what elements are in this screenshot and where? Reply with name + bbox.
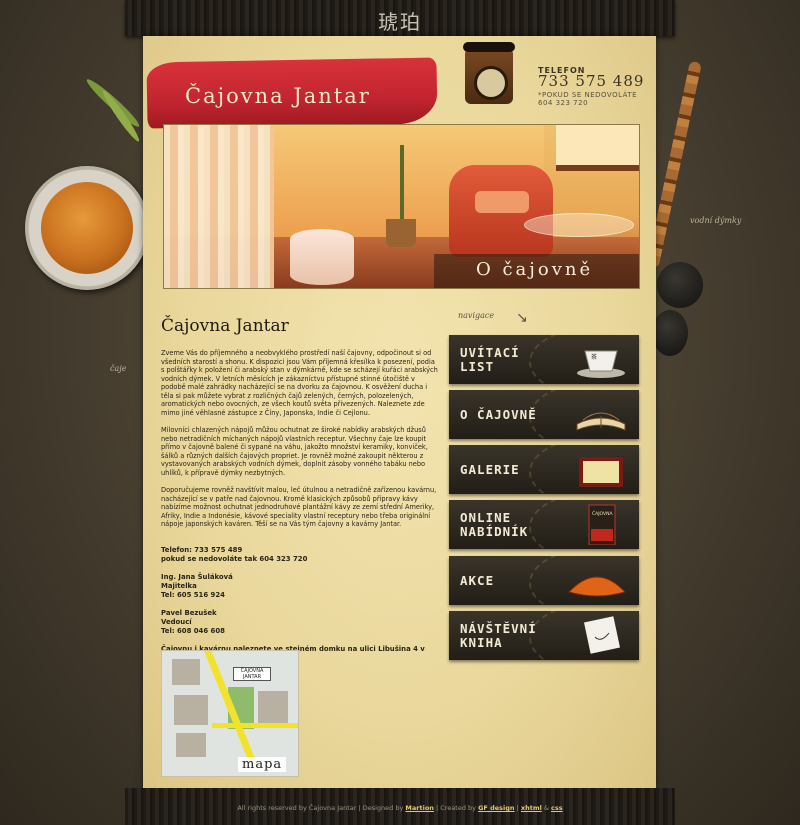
nav-label: O ČAJOVNĚ [460, 406, 537, 422]
hero-image: O čajovně [163, 124, 640, 289]
teacup-icon: 茶 [577, 350, 625, 378]
footer-amp: & [541, 804, 552, 812]
telephone-note: *POKUD SE NEDOVOLÁTE 604 323 720 [538, 91, 638, 107]
hero-caption: O čajovně [476, 259, 594, 280]
hero-plant [400, 145, 404, 229]
css-link[interactable]: css [551, 804, 563, 812]
nav-label: AKCE [460, 572, 495, 588]
owner-phone: Tel: 605 516 924 [161, 590, 225, 599]
intro-paragraph: Zveme Vás do příjemného a neobvyklého pr… [161, 349, 438, 417]
map-block [258, 691, 288, 725]
bamboo-leaf-icon [99, 88, 143, 144]
owner-role: Majitelka [161, 581, 197, 590]
footer-bar: All rights reserved by Čajovna Jantar | … [125, 788, 675, 825]
map-pin-label: ČAJOVNA JANTAR [233, 667, 271, 681]
location-map[interactable]: ČAJOVNA JANTAR mapa [161, 650, 299, 777]
page-title: Čajovna Jantar [161, 316, 289, 336]
nav-item-online-offer[interactable]: ONLINE NABÍDNÍK ČAJOVNA [449, 500, 639, 549]
site-logo[interactable]: Čajovna Jantar [185, 84, 371, 108]
contact-info: Telefon: 733 575 489 pokud se nedovoláte… [161, 546, 439, 636]
hero-window [556, 125, 639, 171]
hero-stool [290, 229, 354, 285]
manager-phone: Tel: 608 046 608 [161, 626, 225, 635]
nav-item-welcome[interactable]: UVÍTACÍ LIST 茶 [449, 335, 639, 384]
contact-phone-alt: pokud se nedovoláte tak 604 323 720 [161, 554, 308, 563]
hero-table [524, 213, 634, 237]
xhtml-link[interactable]: xhtml [521, 804, 542, 812]
nav-hint: navigace [458, 311, 495, 320]
drinks-paragraph: Milovníci chlazených nápojů můžou ochutn… [161, 426, 428, 477]
nav-item-gallery[interactable]: GALERIE [449, 445, 639, 494]
map-road [212, 723, 298, 728]
footer-created: | Created by [433, 804, 479, 812]
tea-box-icon: ČAJOVNA [588, 504, 616, 545]
map-caption: mapa [238, 757, 287, 772]
note-icon [584, 616, 620, 654]
main-content: Čajovna Jantar Zveme Vás do příjemného a… [161, 316, 439, 661]
cafe-paragraph: Doporučujeme rovněž navštívit malou, leč… [161, 486, 437, 528]
nav-item-about[interactable]: O ČAJOVNĚ [449, 390, 639, 439]
teacup-decoration [25, 166, 149, 290]
nav-item-guestbook[interactable]: NÁVŠTĚVNÍ KNIHA [449, 611, 639, 660]
nav-label: GALERIE [460, 461, 520, 477]
manager-name: Pavel Bezušek [161, 608, 217, 617]
stone-decoration [652, 310, 688, 356]
creator-link[interactable]: GF design [478, 804, 514, 812]
footer-text: All rights reserved by Čajovna Jantar | … [125, 804, 675, 812]
manager-role: Vedoucí [161, 617, 192, 626]
hero-pot [386, 219, 416, 247]
arrow-down-icon: ↘ [516, 310, 528, 326]
map-block [172, 659, 200, 685]
svg-text:茶: 茶 [591, 353, 597, 361]
contact-phone: Telefon: 733 575 489 [161, 545, 243, 554]
book-icon [576, 412, 626, 431]
svg-text:ČAJOVNA: ČAJOVNA [592, 510, 613, 517]
nav-item-events[interactable]: AKCE [449, 556, 639, 605]
nav-label: ONLINE NABÍDNÍK [460, 509, 529, 539]
top-bar: 琥珀 [125, 0, 675, 36]
nav-label: UVÍTACÍ LIST [460, 344, 520, 374]
hero-armchair [449, 165, 553, 257]
water-pipe-label: vodní dýmky [690, 216, 742, 225]
tea-label: čaje [110, 364, 127, 373]
telephone-number: 733 575 489 [538, 72, 645, 90]
designer-link[interactable]: Martion [405, 804, 434, 812]
owner-name: Ing. Jana Šuláková [161, 572, 233, 581]
map-block [176, 733, 206, 757]
stone-decoration [657, 262, 703, 308]
hero-curtain [164, 125, 274, 288]
map-block [174, 695, 208, 725]
amber-glyphs: 琥珀 [378, 10, 422, 34]
nav-label: NÁVŠTĚVNÍ KNIHA [460, 620, 537, 650]
picture-frame-icon [579, 457, 623, 487]
footer-copyright: All rights reserved by Čajovna Jantar | … [237, 804, 406, 812]
cushion-icon [568, 576, 626, 597]
phone-icon [463, 42, 515, 104]
